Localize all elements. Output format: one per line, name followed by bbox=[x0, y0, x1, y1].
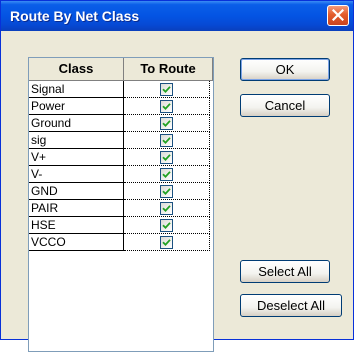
column-header-class[interactable]: Class bbox=[29, 58, 124, 81]
to-route-cell bbox=[124, 98, 210, 115]
class-cell: HSE bbox=[29, 217, 124, 234]
checkmark-icon bbox=[162, 171, 171, 179]
to-route-checkbox[interactable] bbox=[160, 83, 173, 96]
to-route-cell bbox=[124, 132, 210, 149]
table-row[interactable]: HSE bbox=[29, 217, 213, 234]
to-route-checkbox[interactable] bbox=[160, 236, 173, 249]
table-row[interactable]: Ground bbox=[29, 115, 213, 132]
checkmark-icon bbox=[162, 137, 171, 145]
ok-button[interactable]: OK bbox=[240, 58, 330, 81]
dialog-body: Class To Route Signal Power Ground sig V+ V- G… bbox=[4, 32, 350, 352]
checkmark-icon bbox=[162, 222, 171, 230]
to-route-cell bbox=[124, 149, 210, 166]
checkmark-icon bbox=[162, 154, 171, 162]
checkmark-icon bbox=[162, 188, 171, 196]
class-cell: Signal bbox=[29, 81, 124, 98]
checkmark-icon bbox=[162, 120, 171, 128]
to-route-checkbox[interactable] bbox=[160, 219, 173, 232]
to-route-cell bbox=[124, 200, 210, 217]
class-cell: Power bbox=[29, 98, 124, 115]
to-route-checkbox[interactable] bbox=[160, 117, 173, 130]
to-route-checkbox[interactable] bbox=[160, 185, 173, 198]
class-cell: VCCO bbox=[29, 234, 124, 251]
checkmark-icon bbox=[162, 86, 171, 94]
table-row[interactable]: GND bbox=[29, 183, 213, 200]
to-route-cell bbox=[124, 166, 210, 183]
table-row[interactable]: V- bbox=[29, 166, 213, 183]
close-icon bbox=[332, 9, 344, 21]
deselect-all-button[interactable]: Deselect All bbox=[240, 294, 342, 317]
class-cell: GND bbox=[29, 183, 124, 200]
to-route-checkbox[interactable] bbox=[160, 168, 173, 181]
to-route-cell bbox=[124, 217, 210, 234]
checkmark-icon bbox=[162, 205, 171, 213]
table-row[interactable]: V+ bbox=[29, 149, 213, 166]
to-route-checkbox[interactable] bbox=[160, 134, 173, 147]
close-button[interactable] bbox=[327, 5, 349, 26]
to-route-checkbox[interactable] bbox=[160, 151, 173, 164]
table-row[interactable]: PAIR bbox=[29, 200, 213, 217]
class-cell: V- bbox=[29, 166, 124, 183]
route-by-net-class-dialog: Route By Net Class Class To Route Signal… bbox=[0, 0, 354, 352]
table-row[interactable]: Signal bbox=[29, 81, 213, 98]
class-cell: V+ bbox=[29, 149, 124, 166]
table-header: Class To Route bbox=[29, 58, 213, 81]
to-route-cell bbox=[124, 115, 210, 132]
class-cell: PAIR bbox=[29, 200, 124, 217]
title-bar[interactable]: Route By Net Class bbox=[1, 1, 353, 31]
net-class-table[interactable]: Class To Route Signal Power Ground sig V+ V- G… bbox=[28, 57, 214, 352]
to-route-cell bbox=[124, 81, 210, 98]
table-row[interactable]: sig bbox=[29, 132, 213, 149]
class-cell: sig bbox=[29, 132, 124, 149]
table-row[interactable]: Power bbox=[29, 98, 213, 115]
checkmark-icon bbox=[162, 239, 171, 247]
column-header-to-route[interactable]: To Route bbox=[124, 58, 213, 81]
cancel-button[interactable]: Cancel bbox=[240, 94, 330, 117]
class-cell: Ground bbox=[29, 115, 124, 132]
to-route-checkbox[interactable] bbox=[160, 202, 173, 215]
to-route-checkbox[interactable] bbox=[160, 100, 173, 113]
to-route-cell bbox=[124, 234, 210, 251]
to-route-cell bbox=[124, 183, 210, 200]
dialog-title: Route By Net Class bbox=[10, 8, 140, 24]
checkmark-icon bbox=[162, 103, 171, 111]
select-all-button[interactable]: Select All bbox=[240, 260, 330, 283]
table-row[interactable]: VCCO bbox=[29, 234, 213, 251]
